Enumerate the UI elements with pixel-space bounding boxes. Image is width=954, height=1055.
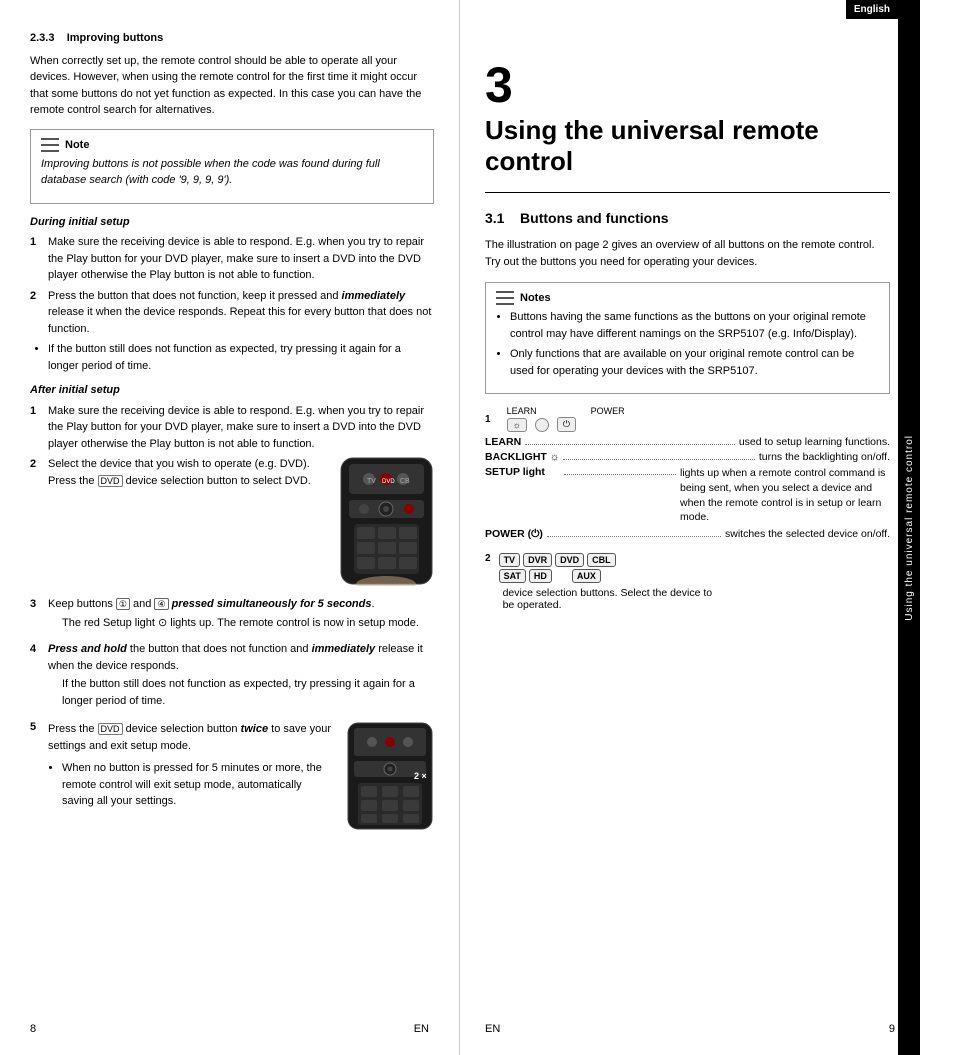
svg-text:CB: CB	[400, 478, 410, 485]
svg-text:DVD: DVD	[382, 479, 395, 485]
notes-header: Notes	[496, 291, 879, 305]
during-steps-list: 1 Make sure the receiving device is able…	[30, 234, 434, 337]
func-item-1: 1 LEARN POWER ☼ ⏻ LEARN	[485, 406, 890, 541]
svg-text:2 ×: 2 ×	[414, 771, 427, 781]
notes-box: Notes Buttons having the same functions …	[485, 282, 890, 394]
notes-icon	[496, 291, 514, 305]
setup-desc: lights up when a remote control command …	[680, 466, 890, 525]
power-key: POWER (⏻)	[485, 528, 543, 541]
note-text: Improving buttons is not possible when t…	[41, 156, 423, 189]
device-btns-row1: TV DVR DVD CBL	[499, 553, 723, 567]
power-desc: switches the selected device on/off.	[725, 528, 890, 540]
note-icon	[41, 138, 59, 152]
page-lang-right: EN	[485, 1023, 500, 1035]
labels-row: LEARN POWER	[507, 406, 625, 416]
backlight-dots	[563, 459, 754, 460]
note-item-2: Only functions that are available on you…	[510, 346, 879, 379]
step-d1: 1 Make sure the receiving device is able…	[30, 234, 434, 284]
left-page: 2.3.3 Improving buttons When correctly s…	[0, 0, 460, 1055]
chapter-divider	[485, 192, 890, 193]
note-box: Note Improving buttons is not possible w…	[30, 129, 434, 204]
svg-text:TV: TV	[367, 478, 376, 485]
learn-desc: used to setup learning functions.	[739, 436, 890, 448]
side-tab: Using the universal remote control	[898, 0, 920, 1055]
learn-btn: ☼	[507, 418, 527, 432]
setup-circle	[535, 418, 549, 432]
after-initial-setup: After initial setup 1 Make sure the rece…	[30, 382, 434, 715]
section-2-3-3: 2.3.3 Improving buttons When correctly s…	[30, 30, 434, 119]
power-dots	[547, 536, 721, 537]
section-3-1-heading: 3.1 Buttons and functions	[485, 208, 890, 229]
btn-sat: SAT	[499, 569, 526, 583]
buttons-row: ☼ ⏻	[507, 417, 625, 432]
setup-dots	[564, 474, 676, 475]
btn-dvr: DVR	[523, 553, 552, 567]
learn-power-area: LEARN POWER ☼ ⏻	[507, 406, 625, 432]
chapter-title: Using the universal remote control	[485, 115, 890, 177]
remote-svg-1: TV DVD CB	[339, 456, 434, 586]
page-number-right: 9	[889, 1023, 895, 1035]
right-page: English 3 Using the universal remote con…	[460, 0, 920, 1055]
step-d2: 2 Press the button that does not functio…	[30, 288, 434, 338]
page-lang-left: EN	[414, 1023, 429, 1035]
remote-image-2: 2 ×	[346, 721, 434, 831]
power-btn: ⏻	[557, 417, 576, 432]
step-a4: 4 Press and hold the button that does no…	[30, 641, 434, 715]
page-footer-right: EN 9	[485, 1023, 895, 1035]
notes-list: Buttons having the same functions as the…	[510, 309, 879, 379]
during-initial-setup: During initial setup 1 Make sure the rec…	[30, 214, 434, 375]
bullet-d1: If the button still does not function as…	[48, 341, 434, 374]
func-descriptions: LEARN used to setup learning functions. …	[485, 436, 890, 541]
device-desc: device selection buttons. Select the dev…	[503, 587, 723, 611]
backlight-key: BACKLIGHT ☼	[485, 451, 559, 463]
bullet-a4: If the button still does not function as…	[62, 676, 434, 709]
section-intro: When correctly set up, the remote contro…	[30, 53, 434, 119]
step5-bullet: When no button is pressed for 5 minutes …	[62, 760, 336, 810]
func-backlight: BACKLIGHT ☼ turns the backlighting on/of…	[485, 451, 890, 463]
step-a3: 3 Keep buttons ① and ④ pressed simultane…	[30, 596, 434, 637]
step-a1: 1 Make sure the receiving device is able…	[30, 403, 434, 453]
after-steps-list: 1 Make sure the receiving device is able…	[30, 403, 434, 716]
page-footer-left: 8 EN	[0, 1023, 459, 1035]
page-number-left: 8	[30, 1023, 36, 1035]
learn-key: LEARN	[485, 436, 521, 448]
btn-cbl: CBL	[587, 553, 616, 567]
btn-tv: TV	[499, 553, 521, 567]
step-a2: 2 Select the device that you wish to ope…	[30, 456, 434, 592]
device-buttons-area: TV DVR DVD CBL SAT HD AUX device selecti…	[499, 553, 723, 611]
note-header: Note	[41, 138, 423, 152]
func-power: POWER (⏻) switches the selected device o…	[485, 528, 890, 541]
learn-dots	[525, 444, 735, 445]
device-btns-row2: SAT HD AUX	[499, 569, 723, 583]
func-item-1-diagram: 1 LEARN POWER ☼ ⏻	[485, 406, 890, 432]
btn-hd: HD	[529, 569, 552, 583]
section-3-1-intro: The illustration on page 2 gives an over…	[485, 237, 890, 270]
btn-dvd: DVD	[555, 553, 584, 567]
func-item-2-desc: device selection buttons. Select the dev…	[499, 587, 723, 611]
step5-section: 5 Press the DVD device selection button …	[30, 721, 434, 831]
func-setup: SETUP light lights up when a remote cont…	[485, 466, 890, 525]
setup-key: SETUP light	[485, 466, 560, 478]
english-tab: English	[846, 0, 898, 19]
power-label: POWER	[591, 406, 625, 416]
backlight-desc: turns the backlighting on/off.	[759, 451, 890, 463]
func-item-2-row: 2 TV DVR DVD CBL SAT HD AUX	[485, 553, 890, 611]
chapter-number: 3	[485, 60, 890, 110]
section-heading: 2.3.3 Improving buttons	[30, 30, 434, 47]
func-item-2: 2 TV DVR DVD CBL SAT HD AUX	[485, 553, 890, 611]
page-container: 2.3.3 Improving buttons When correctly s…	[0, 0, 954, 1055]
step5-content: 5 Press the DVD device selection button …	[30, 721, 336, 816]
remote-svg-2: 2 ×	[346, 721, 434, 831]
remote-image-1: TV DVD CB	[339, 456, 434, 586]
chapter-heading-area: 3 Using the universal remote control	[485, 60, 890, 177]
btn-aux: AUX	[572, 569, 601, 583]
section-3-1: 3.1 Buttons and functions The illustrati…	[485, 208, 890, 270]
learn-label: LEARN	[507, 406, 537, 416]
during-bullets: If the button still does not function as…	[48, 341, 434, 374]
func-learn: LEARN used to setup learning functions.	[485, 436, 890, 448]
bullet-a3: The red Setup light ⊙ lights up. The rem…	[62, 615, 434, 632]
note-item-1: Buttons having the same functions as the…	[510, 309, 879, 342]
